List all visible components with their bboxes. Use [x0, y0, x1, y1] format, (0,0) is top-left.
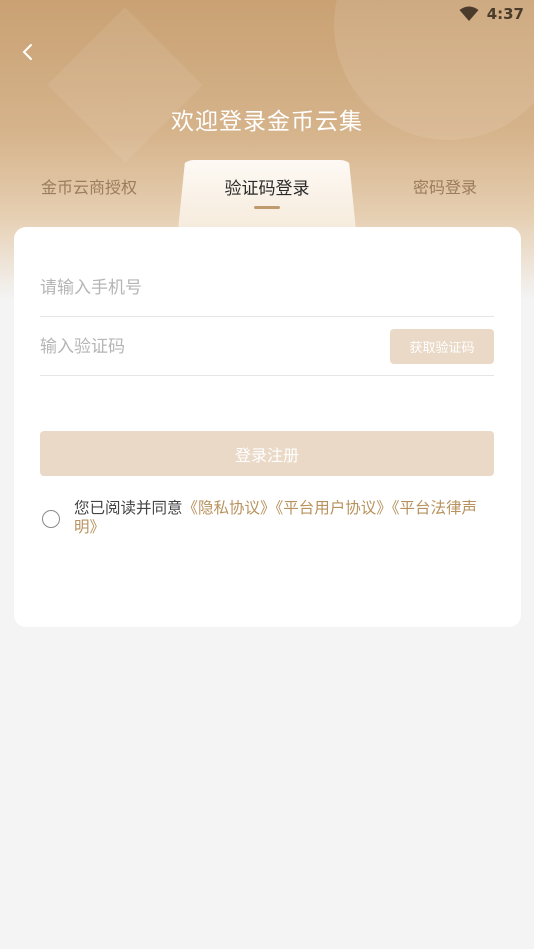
status-time: 4:37	[486, 5, 524, 23]
tab-password-login[interactable]: 密码登录	[370, 174, 520, 204]
code-field: 获取验证码	[40, 318, 494, 376]
login-register-button[interactable]: 登录注册	[40, 431, 494, 476]
page-title: 欢迎登录金币云集	[171, 109, 363, 135]
get-code-button[interactable]: 获取验证码	[390, 329, 494, 364]
back-button[interactable]	[14, 38, 42, 66]
login-card: 获取验证码 登录注册 您已阅读并同意《隐私协议》《平台用户协议》《平台法律声明》	[14, 227, 521, 627]
login-tabs: 金币云商授权 验证码登录 密码登录	[0, 160, 534, 230]
user-agreement-link[interactable]: 《平台用户协议》	[276, 499, 392, 517]
agreement-text: 您已阅读并同意《隐私协议》《平台用户协议》《平台法律声明》	[74, 499, 494, 537]
tab-sms-login-label: 验证码登录	[224, 179, 310, 199]
decoration-diamond	[47, 7, 203, 163]
agreement-row: 您已阅读并同意《隐私协议》《平台用户协议》《平台法律声明》	[42, 499, 494, 537]
chevron-left-icon	[22, 44, 32, 60]
tab-authorize[interactable]: 金币云商授权	[14, 174, 164, 204]
wifi-icon	[459, 6, 479, 21]
tab-sms-login[interactable]: 验证码登录	[178, 160, 356, 230]
phone-field	[40, 259, 494, 317]
tab-indicator	[254, 206, 280, 209]
phone-input[interactable]	[40, 277, 494, 298]
status-bar: 4:37	[0, 0, 534, 28]
agree-radio[interactable]	[42, 510, 60, 528]
privacy-link[interactable]: 《隐私协议》	[183, 499, 276, 517]
agreement-prefix: 您已阅读并同意	[74, 499, 183, 517]
